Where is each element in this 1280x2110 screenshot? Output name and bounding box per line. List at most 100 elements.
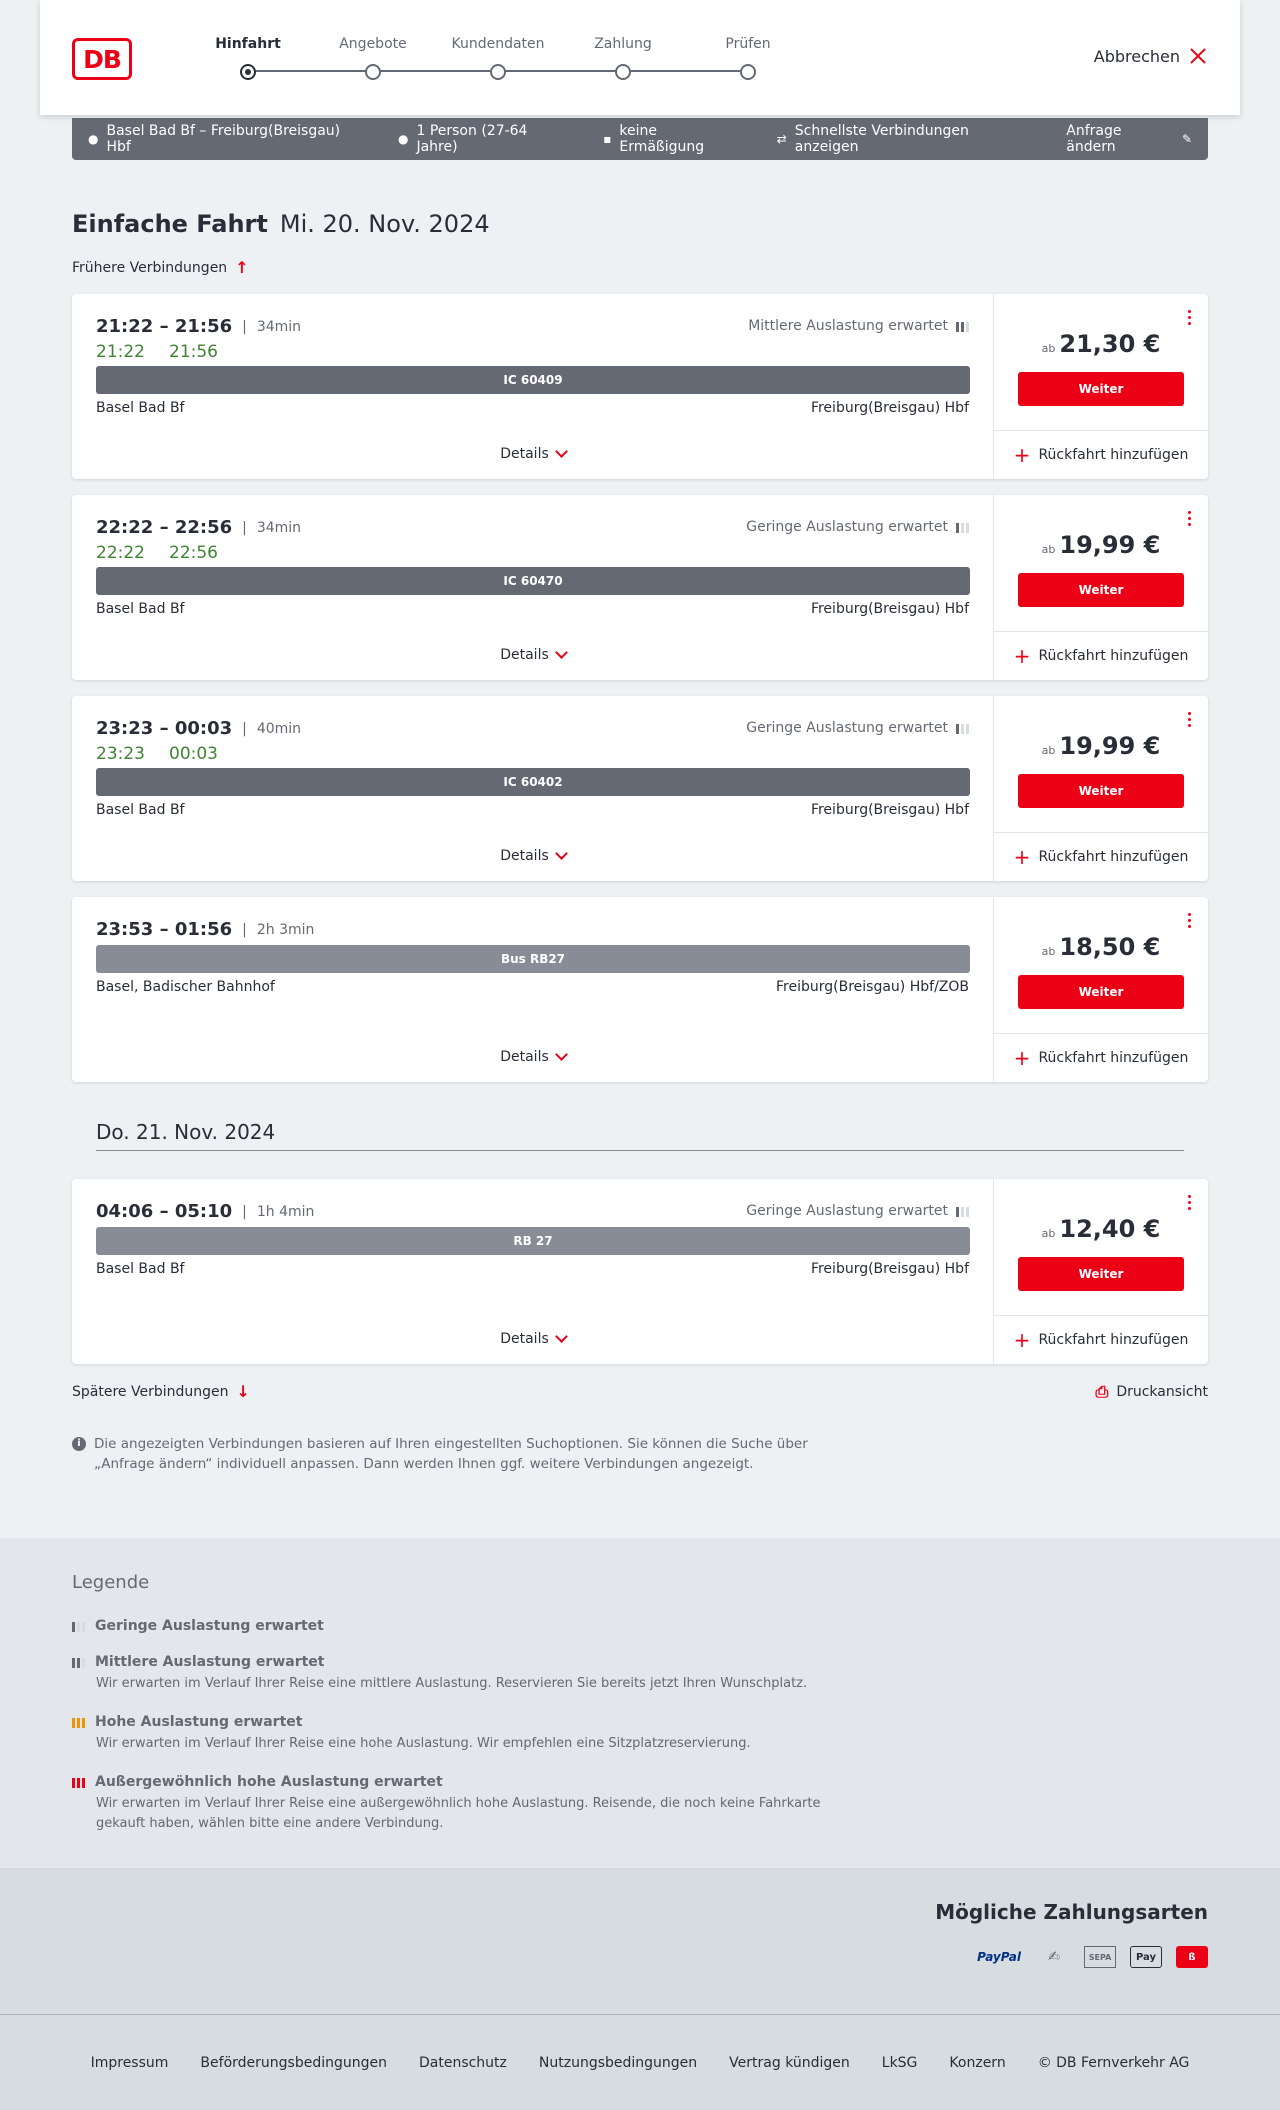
route-text: Basel Bad Bf – Freiburg(Breisgau) Hbf [106, 123, 341, 155]
add-return-trip-button[interactable]: + Rückfahrt hinzufügen [994, 631, 1208, 680]
price: ab 21,30 € [994, 330, 1208, 358]
details-toggle[interactable]: Details [72, 1048, 994, 1065]
print-view-link[interactable]: ⎙ Druckansicht [1096, 1382, 1208, 1402]
step-kundendaten: Kundendaten [448, 36, 548, 80]
time-row: 23:53 – 01:56 | 2h 3min [96, 919, 314, 940]
continue-button[interactable]: Weiter [1018, 372, 1184, 406]
continue-button[interactable]: Weiter [1018, 975, 1184, 1009]
add-return-trip-button[interactable]: + Rückfahrt hinzufügen [994, 1315, 1208, 1364]
add-return-trip-button[interactable]: + Rückfahrt hinzufügen [994, 1033, 1208, 1082]
occupancy-low-icon [956, 1205, 969, 1217]
more-options-icon[interactable] [1188, 712, 1192, 727]
plus-icon: + [1013, 1328, 1031, 1352]
time-range: 21:22 – 21:56 [96, 316, 233, 337]
details-label: Details [500, 1049, 549, 1065]
footer-link-nutzungsbedingungen[interactable]: Nutzungsbedingungen [539, 2055, 697, 2071]
time-range: 22:22 – 22:56 [96, 517, 233, 538]
time-row: 23:23 – 00:03 | 40min [96, 718, 301, 739]
arrival-station: Freiburg(Breisgau) Hbf [810, 1261, 969, 1277]
train-bar[interactable]: Bus RB27 [96, 945, 970, 973]
connection-info: 22:22 – 22:56 | 34min 22:22 22:56 Gering… [72, 495, 994, 680]
add-return-trip-button[interactable]: + Rückfahrt hinzufügen [994, 430, 1208, 479]
train-bar[interactable]: IC 60402 [96, 768, 970, 796]
more-options-icon[interactable] [1188, 1195, 1192, 1210]
add-return-trip-button[interactable]: + Rückfahrt hinzufügen [994, 832, 1208, 881]
arrival-station: Freiburg(Breisgau) Hbf/ZOB [776, 979, 969, 995]
info-icon: i [72, 1437, 86, 1451]
legend-label: Mittlere Auslastung erwartet [95, 1654, 325, 1670]
bahncard-icon: ▪ [603, 132, 612, 146]
cancel-button[interactable]: Abbrechen [1094, 46, 1208, 66]
arrow-down-icon: ↓ [236, 1382, 250, 1401]
credit-card-icon: ✍ [1048, 1949, 1060, 1965]
more-options-icon[interactable] [1188, 511, 1192, 526]
departure-station: Basel, Badischer Bahnhof [96, 979, 275, 995]
details-label: Details [500, 446, 549, 462]
occupancy-medium-icon [956, 320, 969, 332]
continue-button[interactable]: Weiter [1018, 1257, 1184, 1291]
footer-link-impressum[interactable]: Impressum [91, 2055, 169, 2071]
chevron-down-icon [554, 1330, 568, 1343]
footer-link-befoerderungsbedingungen[interactable]: Beförderungsbedingungen [200, 2055, 387, 2071]
search-info-note: i Die angezeigten Verbindungen basieren … [72, 1434, 852, 1474]
step-zahlung: Zahlung [573, 36, 673, 80]
continue-button[interactable]: Weiter [1018, 573, 1184, 607]
duration: 34min [256, 519, 302, 536]
details-label: Details [500, 1331, 549, 1347]
close-icon [1188, 46, 1208, 66]
occupancy-high-icon [72, 1716, 85, 1728]
train-bar[interactable]: IC 60470 [96, 567, 970, 595]
option-summary: ⇄ Schnellste Verbindungen anzeigen [777, 123, 1035, 155]
train-bar[interactable]: IC 60409 [96, 366, 970, 394]
change-search-label: Anfrage ändern [1066, 123, 1122, 155]
add-return-label: Rückfahrt hinzufügen [1038, 648, 1189, 664]
occupancy-legend: Legende Geringe Auslastung erwartet Mitt… [0, 1538, 1280, 1868]
realtime-row: 21:22 21:56 [96, 342, 218, 362]
realtime-row: 23:23 00:03 [96, 744, 218, 764]
details-toggle[interactable]: Details [72, 646, 994, 663]
details-toggle[interactable]: Details [72, 445, 994, 462]
price: ab 12,40 € [994, 1215, 1208, 1243]
details-toggle[interactable]: Details [72, 847, 994, 864]
train-bar[interactable]: RB 27 [96, 1227, 970, 1255]
footer-link-datenschutz[interactable]: Datenschutz [419, 2055, 507, 2071]
note-text: Die angezeigten Verbindungen basieren au… [94, 1436, 808, 1472]
footer-link-vertrag-kuendigen[interactable]: Vertrag kündigen [729, 2055, 850, 2071]
arrival-station: Freiburg(Breisgau) Hbf [810, 601, 969, 617]
later-connections-link[interactable]: Spätere Verbindungen ↓ [72, 1382, 250, 1401]
price-panel: ab 19,99 € Weiter + Rückfahrt hinzufügen [994, 495, 1208, 680]
details-toggle[interactable]: Details [72, 1330, 994, 1347]
price: ab 19,99 € [994, 531, 1208, 559]
connection-card: 22:22 – 22:56 | 34min 22:22 22:56 Gering… [72, 495, 1208, 680]
step-label: Zahlung [594, 36, 652, 52]
more-options-icon[interactable] [1188, 310, 1192, 325]
progress-steps: Hinfahrt Angebote Kundendaten Zahlung Pr… [210, 36, 771, 86]
location-pin-icon: ● [88, 132, 99, 146]
more-options-icon[interactable] [1188, 913, 1192, 928]
price-prefix: ab [1041, 543, 1056, 556]
footer-link-konzern[interactable]: Konzern [949, 2055, 1005, 2071]
discount-summary: ▪ keine Ermäßigung [603, 123, 745, 155]
connection-card: 23:53 – 01:56 | 2h 3min Bus RB27 Basel, … [72, 897, 1208, 1082]
header: DB Hinfahrt Angebote Kundendaten Zahlung… [40, 0, 1240, 115]
occupancy-text: Geringe Auslastung erwartet [746, 519, 948, 535]
payment-icons: PayPal ✍ SEPA Pay ß [974, 1946, 1208, 1968]
continue-button[interactable]: Weiter [1018, 774, 1184, 808]
legend-item-very-high: Außergewöhnlich hohe Auslastung erwartet… [72, 1774, 852, 1834]
step-label: Hinfahrt [215, 36, 281, 52]
earlier-connections-link[interactable]: Frühere Verbindungen ↑ [72, 258, 249, 277]
footer-link-lksg[interactable]: LkSG [882, 2055, 918, 2071]
db-logo[interactable]: DB [72, 38, 132, 80]
arrival-station: Freiburg(Breisgau) Hbf [810, 802, 969, 818]
change-search-button[interactable]: Anfrage ändern ✎ [1066, 123, 1192, 155]
trip-date: Mi. 20. Nov. 2024 [279, 210, 490, 238]
legend-item-medium: Mittlere Auslastung erwartet Wir erwarte… [72, 1654, 852, 1694]
legend-label: Geringe Auslastung erwartet [95, 1618, 324, 1634]
realtime-arrival: 00:03 [169, 744, 218, 764]
discount-text: keine Ermäßigung [619, 123, 705, 155]
price-panel: ab 19,99 € Weiter + Rückfahrt hinzufügen [994, 696, 1208, 881]
realtime-arrival: 21:56 [169, 342, 218, 362]
connection-card: 04:06 – 05:10 | 1h 4min Geringe Auslastu… [72, 1179, 1208, 1364]
departure-station: Basel Bad Bf [96, 802, 185, 818]
price-amount: 19,99 € [1059, 531, 1161, 559]
